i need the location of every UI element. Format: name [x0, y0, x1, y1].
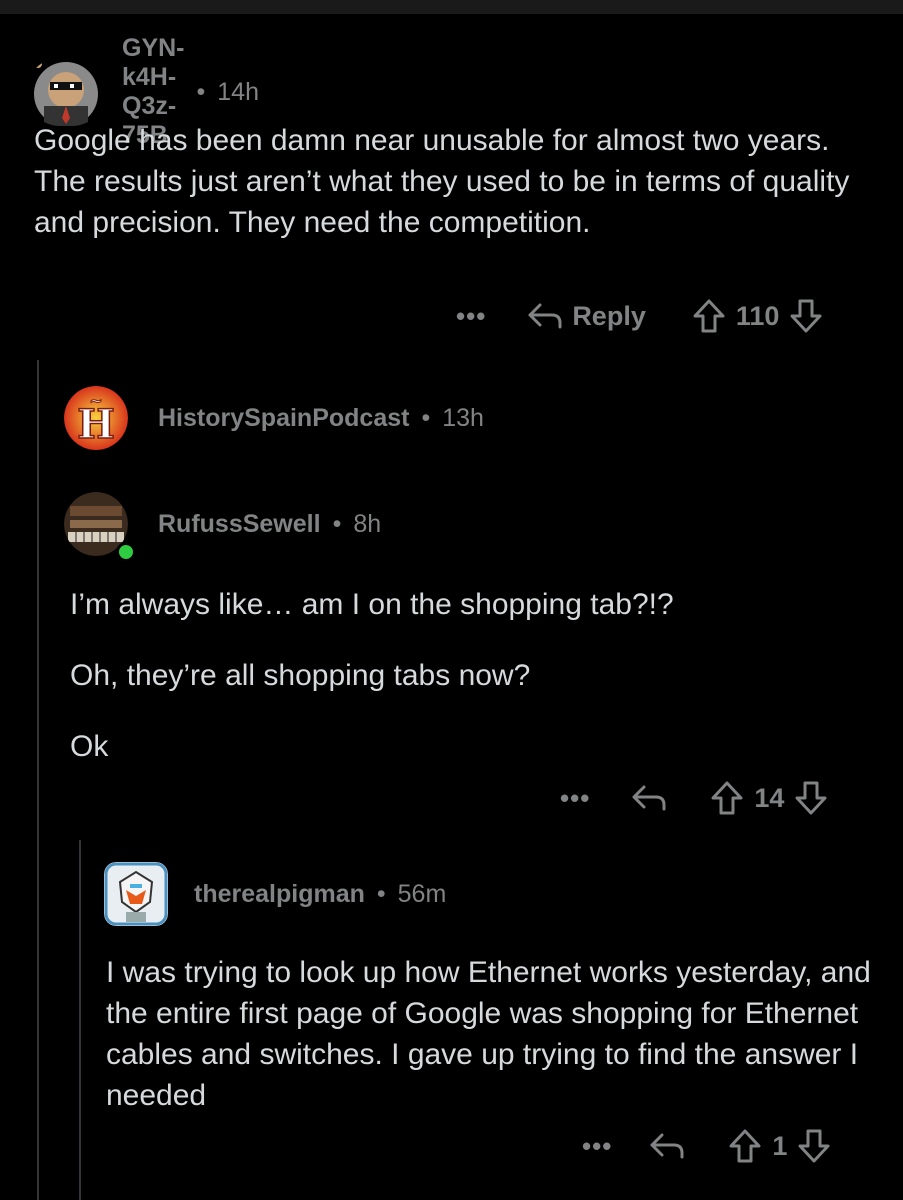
comment-header: ~ H HistorySpainPodcast • 13h	[64, 386, 484, 450]
vote-count: 110	[735, 300, 780, 331]
timestamp: 8h	[353, 509, 382, 538]
username[interactable]: HistorySpainPodcast	[158, 404, 409, 433]
separator-dot: •	[196, 77, 206, 106]
timestamp: 56m	[397, 879, 447, 908]
upvote-icon[interactable]	[728, 1128, 762, 1164]
reply-icon[interactable]	[526, 299, 564, 333]
more-options-button[interactable]: •••	[456, 301, 486, 332]
comment-body: I was trying to look up how Ethernet wor…	[106, 952, 876, 1116]
comment-text: Google has been damn near unusable for a…	[34, 124, 850, 239]
comment-header: RufussSewell • 8h	[64, 492, 382, 562]
comment-text: Ok	[70, 730, 109, 763]
separator-dot: •	[332, 509, 342, 538]
more-options-button[interactable]: •••	[560, 783, 590, 814]
reply-icon[interactable]	[630, 781, 668, 815]
comment-body: I’m always like… am I on the shopping ta…	[70, 584, 870, 767]
downvote-icon[interactable]	[797, 1128, 831, 1164]
thread-line[interactable]	[79, 840, 81, 1200]
comment-header: therealpigman • 56m	[104, 862, 446, 926]
vote-count: 1	[772, 1130, 788, 1161]
reply-icon[interactable]	[648, 1129, 686, 1163]
timestamp: 14h	[217, 77, 259, 106]
avatar[interactable]: ~ H	[64, 386, 128, 450]
more-options-button[interactable]: •••	[582, 1131, 612, 1162]
vote-count: 14	[754, 782, 785, 813]
avatar[interactable]	[104, 862, 168, 926]
comment-text: I’m always like… am I on the shopping ta…	[70, 588, 674, 621]
comment-text: Oh, they’re all shopping tabs now?	[70, 659, 531, 692]
reply-button[interactable]: Reply	[572, 301, 646, 332]
upvote-icon[interactable]	[710, 780, 744, 816]
top-bar	[0, 0, 903, 14]
svg-text:H: H	[77, 401, 115, 448]
separator-dot: •	[421, 403, 431, 432]
downvote-icon[interactable]	[794, 780, 828, 816]
avatar[interactable]	[26, 58, 106, 126]
comment-text: I was trying to look up how Ethernet wor…	[106, 956, 871, 1112]
downvote-icon[interactable]	[789, 298, 823, 334]
comment-actions: ••• 1	[582, 1128, 831, 1164]
username[interactable]: RufussSewell	[158, 510, 321, 539]
comment-actions: ••• 14	[560, 780, 828, 816]
username[interactable]: therealpigman	[194, 880, 365, 909]
comment-actions: ••• Reply 110	[456, 298, 823, 334]
online-status-indicator	[116, 542, 136, 562]
upvote-icon[interactable]	[692, 298, 726, 334]
separator-dot: •	[376, 879, 386, 908]
comment-body: Google has been damn near unusable for a…	[34, 120, 874, 243]
timestamp: 13h	[442, 403, 484, 432]
thread-line[interactable]	[37, 360, 39, 1200]
